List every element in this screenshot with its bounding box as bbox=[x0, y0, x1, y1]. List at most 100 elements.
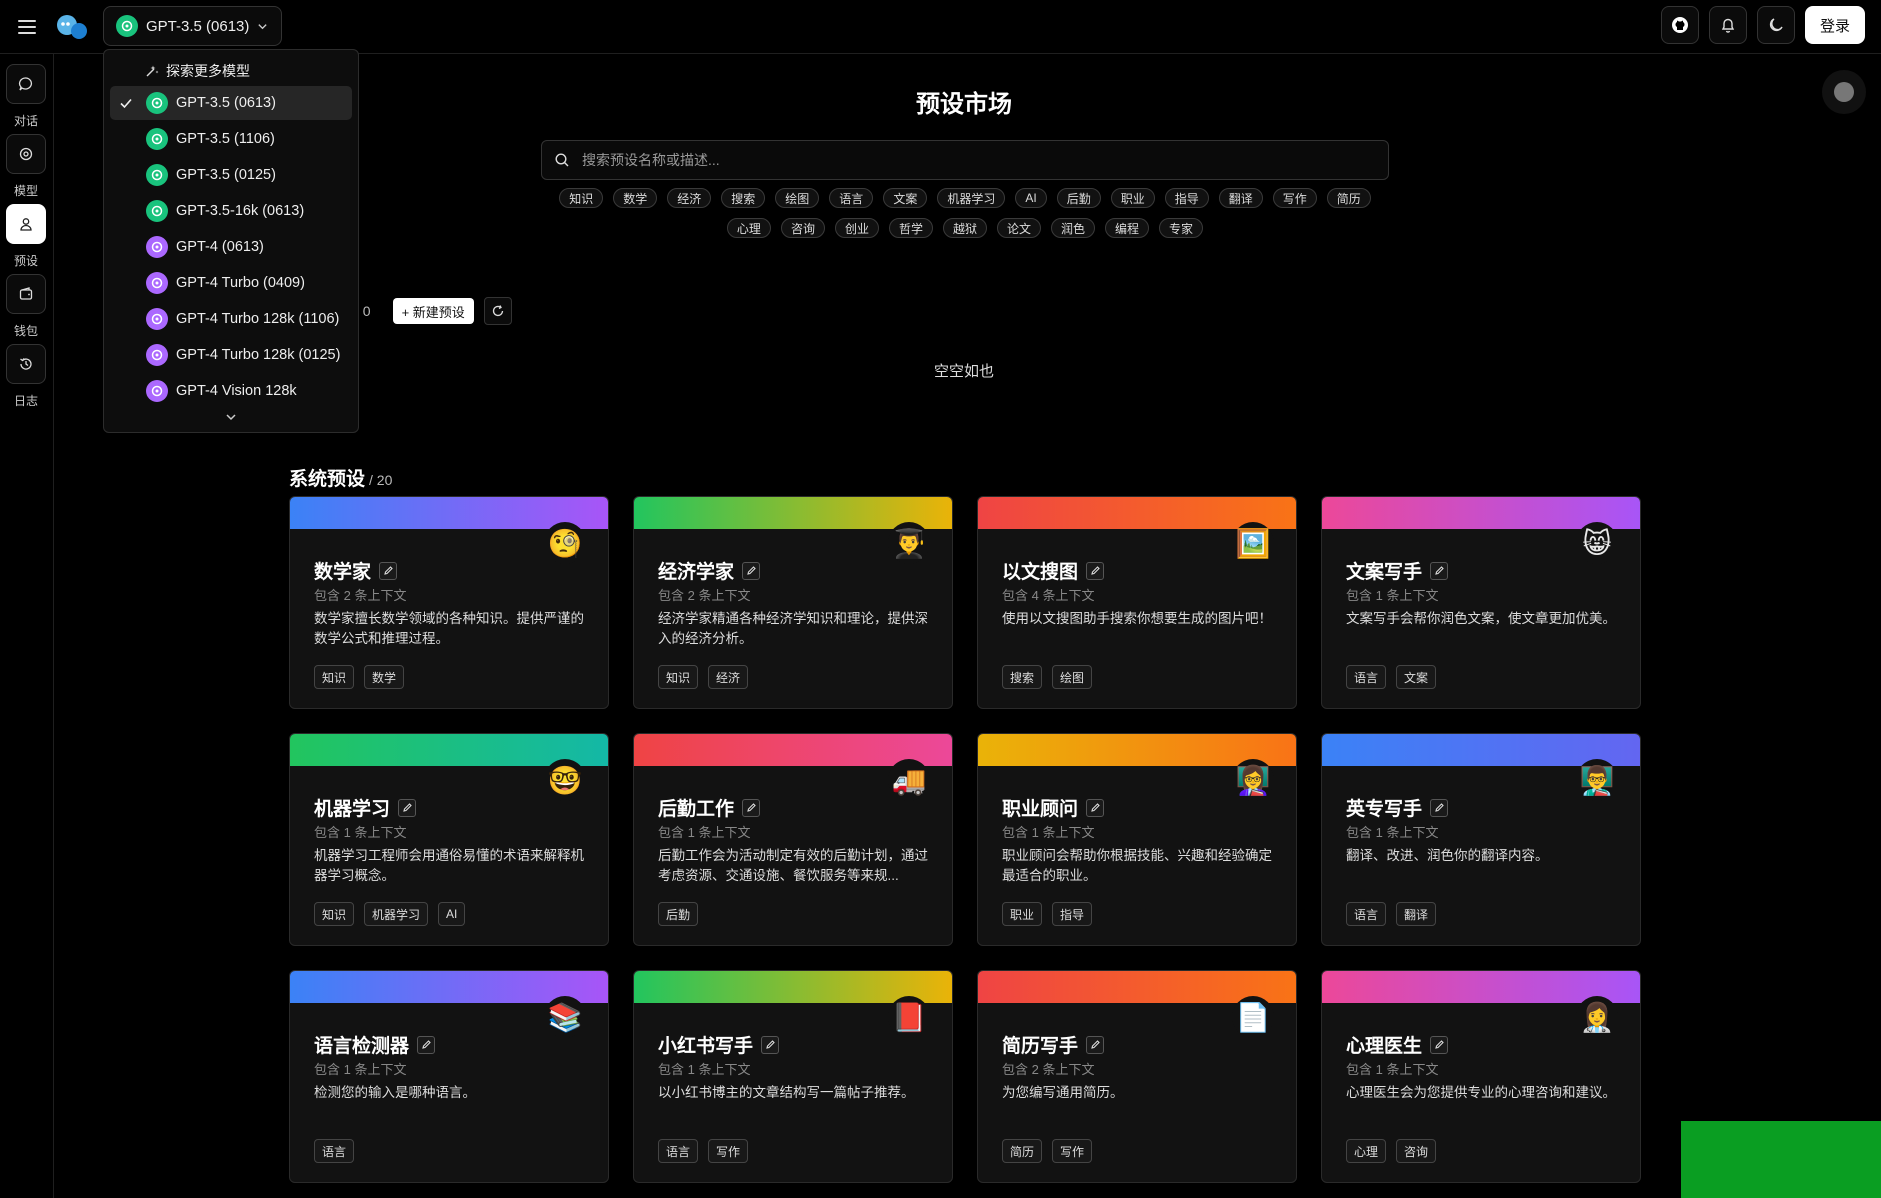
menu-icon[interactable] bbox=[12, 12, 42, 42]
preset-card[interactable]: 📚 语言检测器 包含 1 条上下文 检测您的输入是哪种语言。 语言 bbox=[289, 970, 609, 1183]
edit-icon[interactable] bbox=[398, 798, 417, 817]
preset-tag: 数学 bbox=[364, 665, 405, 689]
preset-card[interactable]: 👩‍⚕️ 心理医生 包含 1 条上下文 心理医生会为您提供专业的心理咨询和建议。 心理咨… bbox=[1321, 970, 1641, 1183]
search-input[interactable] bbox=[582, 152, 1362, 168]
refresh-button[interactable] bbox=[483, 297, 512, 325]
preset-tag: 语言 bbox=[1346, 902, 1387, 926]
tag-filter-chip[interactable]: 创业 bbox=[834, 218, 879, 238]
model-option[interactable]: GPT-3.5 (0613) bbox=[110, 86, 352, 120]
preset-card[interactable]: 👨‍🏫 英专写手 包含 1 条上下文 翻译、改进、润色你的翻译内容。 语言 翻译 bbox=[1321, 733, 1641, 946]
model-option[interactable]: GPT-4 Turbo (0409) bbox=[110, 266, 352, 300]
edit-icon[interactable] bbox=[417, 1035, 436, 1054]
sidebar-item-wallet[interactable]: 钱包 bbox=[6, 274, 46, 339]
edit-icon[interactable] bbox=[1430, 561, 1449, 580]
edit-icon[interactable] bbox=[761, 1035, 780, 1054]
model-option[interactable]: GPT-3.5 (0125) bbox=[110, 158, 352, 192]
sidebar-item-chat[interactable]: 对话 bbox=[6, 64, 46, 129]
model-selector-button[interactable]: GPT-3.5 (0613) bbox=[103, 6, 282, 46]
tag-filter-row-2: 心理 咨询 创业 哲学 越狱 论文 润色 编程 专家 bbox=[541, 218, 1389, 238]
sidebar-item-history[interactable]: 日志 bbox=[6, 344, 46, 409]
sidebar-item-preset[interactable]: 预设 bbox=[6, 204, 46, 269]
model-option[interactable]: GPT-3.5-16k (0613) bbox=[110, 194, 352, 228]
preset-avatar-emoji: 🧐 bbox=[544, 522, 586, 564]
edit-icon[interactable] bbox=[1430, 1035, 1449, 1054]
preset-tag: AI bbox=[438, 902, 466, 926]
tag-filter-chip[interactable]: 搜索 bbox=[721, 188, 766, 208]
edit-icon[interactable] bbox=[742, 561, 761, 580]
github-button[interactable] bbox=[1661, 6, 1699, 44]
tag-filter-chip[interactable]: 数学 bbox=[613, 188, 658, 208]
system-presets-title: 系统预设 bbox=[289, 469, 366, 490]
tag-filter-chip[interactable]: 润色 bbox=[1051, 218, 1096, 238]
top-right-actions: 登录 bbox=[1661, 6, 1881, 44]
tag-filter-chip[interactable]: 经济 bbox=[667, 188, 712, 208]
preset-card-title-row: 心理医生 bbox=[1346, 1031, 1449, 1058]
preset-context-count: 包含 1 条上下文 bbox=[314, 1062, 407, 1077]
preset-context-count: 包含 1 条上下文 bbox=[1346, 825, 1439, 840]
status-indicator[interactable] bbox=[1822, 70, 1866, 114]
model-option[interactable]: GPT-4 Vision 128k bbox=[110, 374, 352, 408]
model-option[interactable]: GPT-4 (0613) bbox=[110, 230, 352, 264]
edit-icon[interactable] bbox=[1430, 798, 1449, 817]
tag-filter-chip[interactable]: 职业 bbox=[1110, 188, 1155, 208]
model-option[interactable]: GPT-4 Turbo 128k (1106) bbox=[110, 302, 352, 336]
sidebar-label: 钱包 bbox=[13, 324, 38, 338]
preset-card[interactable]: 🤓 机器学习 包含 1 条上下文 机器学习工程师会用通俗易懂的术语来解释机器学习概念。… bbox=[289, 733, 609, 946]
tag-filter-chip[interactable]: AI bbox=[1015, 188, 1047, 208]
preset-card[interactable]: 🧐 数学家 包含 2 条上下文 数学家擅长数学领域的各种知识。提供严谨的数学公式和推理… bbox=[289, 496, 609, 709]
preset-tags: 职业 指导 bbox=[1002, 902, 1093, 926]
preset-card[interactable]: 👩‍🏫 职业顾问 包含 1 条上下文 职业顾问会帮助你根据技能、兴趣和经验确定最适合的… bbox=[977, 733, 1297, 946]
preset-card[interactable]: 👨‍🎓 经济学家 包含 2 条上下文 经济学家精通各种经济学知识和理论，提供深入的经济… bbox=[633, 496, 953, 709]
preset-card[interactable]: 📄 简历写手 包含 2 条上下文 为您编写通用简历。 简历 写作 bbox=[977, 970, 1297, 1183]
model-option-label: GPT-3.5 (0613) bbox=[176, 95, 276, 111]
tag-filter-chip[interactable]: 哲学 bbox=[888, 218, 933, 238]
tag-filter-chip[interactable]: 论文 bbox=[997, 218, 1042, 238]
edit-icon[interactable] bbox=[379, 561, 398, 580]
tag-filter-chip[interactable]: 文案 bbox=[883, 188, 928, 208]
preset-card-title-row: 职业顾问 bbox=[1002, 794, 1105, 821]
edit-icon[interactable] bbox=[1086, 561, 1105, 580]
tag-filter-chip[interactable]: 写作 bbox=[1272, 188, 1317, 208]
tag-filter-chip[interactable]: 指导 bbox=[1164, 188, 1209, 208]
tag-filter-chip[interactable]: 心理 bbox=[726, 218, 771, 238]
preset-context-count: 包含 1 条上下文 bbox=[658, 825, 751, 840]
model-option[interactable]: GPT-4 Turbo 128k (0125) bbox=[110, 338, 352, 372]
dropdown-scroll-more[interactable] bbox=[108, 410, 354, 424]
preset-avatar-emoji: 👩‍🏫 bbox=[1232, 759, 1274, 801]
model-option[interactable]: GPT-3.5 (1106) bbox=[110, 122, 352, 156]
tag-filter-chip[interactable]: 专家 bbox=[1159, 218, 1204, 238]
notification-button[interactable] bbox=[1709, 6, 1747, 44]
login-button[interactable]: 登录 bbox=[1805, 6, 1865, 44]
tag-filter-chip[interactable]: 知识 bbox=[559, 188, 604, 208]
tag-filter-chip[interactable]: 后勤 bbox=[1056, 188, 1101, 208]
preset-tag: 咨询 bbox=[1396, 1139, 1437, 1163]
tag-filter-chip[interactable]: 编程 bbox=[1105, 218, 1150, 238]
tag-filter-chip[interactable]: 咨询 bbox=[780, 218, 825, 238]
check-icon bbox=[120, 98, 132, 109]
new-preset-button[interactable]: + 新建预设 bbox=[392, 298, 474, 324]
tag-filter-chip[interactable]: 翻译 bbox=[1218, 188, 1263, 208]
preset-card[interactable]: 😸 文案写手 包含 1 条上下文 文案写手会帮你润色文案，使文章更加优美。 语言 文案 bbox=[1321, 496, 1641, 709]
preset-card[interactable]: 🖼️ 以文搜图 包含 4 条上下文 使用以文搜图助手搜索你想要生成的图片吧！ 搜索 绘图 bbox=[977, 496, 1297, 709]
edit-icon[interactable] bbox=[1086, 798, 1105, 817]
preset-card[interactable]: 📕 小红书写手 包含 1 条上下文 以小红书博主的文章结构写一篇帖子推荐。 语言 写作 bbox=[633, 970, 953, 1183]
tag-filter-chip[interactable]: 语言 bbox=[829, 188, 874, 208]
explore-more-models-item[interactable]: 探索更多模型 bbox=[108, 56, 354, 86]
tag-filter-chip[interactable]: 机器学习 bbox=[937, 188, 1006, 208]
edit-icon[interactable] bbox=[1086, 1035, 1105, 1054]
preset-description: 检测您的输入是哪种语言。 bbox=[314, 1085, 476, 1100]
sidebar-item-model[interactable]: 模型 bbox=[6, 134, 46, 199]
system-presets-count: / 20 bbox=[369, 472, 393, 488]
preset-description: 以小红书博主的文章结构写一篇帖子推荐。 bbox=[658, 1085, 915, 1100]
edit-icon[interactable] bbox=[742, 798, 761, 817]
preset-context-count: 包含 1 条上下文 bbox=[1346, 1062, 1439, 1077]
tag-filter-chip[interactable]: 简历 bbox=[1326, 188, 1371, 208]
tag-filter-chip[interactable]: 绘图 bbox=[775, 188, 820, 208]
explore-more-models-label: 探索更多模型 bbox=[166, 63, 250, 79]
theme-toggle-button[interactable] bbox=[1757, 6, 1795, 44]
preset-card-title-row: 小红书写手 bbox=[658, 1031, 780, 1058]
preset-card[interactable]: 🚚 后勤工作 包含 1 条上下文 后勤工作会为活动制定有效的后勤计划，通过考虑资源、交… bbox=[633, 733, 953, 946]
tag-filter-chip[interactable]: 越狱 bbox=[942, 218, 987, 238]
preset-description: 使用以文搜图助手搜索你想要生成的图片吧！ bbox=[1002, 611, 1272, 626]
preset-avatar-emoji: 😸 bbox=[1576, 522, 1618, 564]
